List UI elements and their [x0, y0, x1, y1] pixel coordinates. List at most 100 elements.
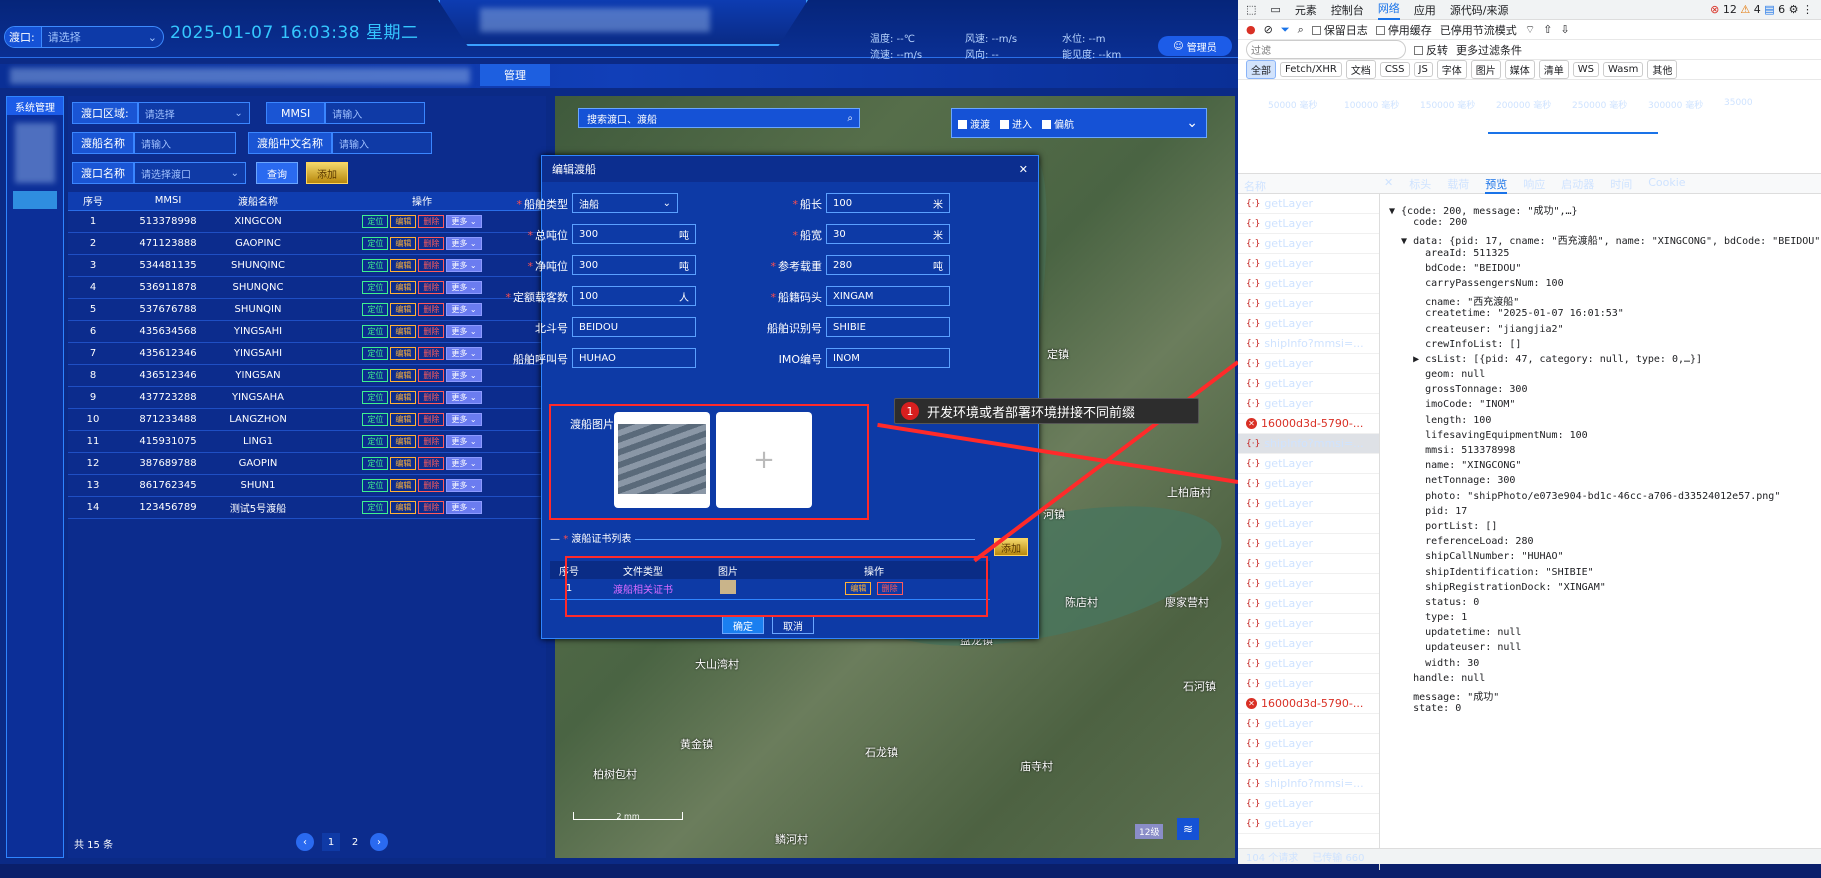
edit-button[interactable]: 编辑	[390, 434, 417, 448]
download-icon[interactable]: ⇩	[1560, 23, 1569, 36]
edit-button[interactable]: 编辑	[390, 324, 417, 338]
devtools-tab[interactable]: 元素	[1295, 2, 1317, 18]
delete-button[interactable]: 删除	[418, 456, 445, 470]
type-filter-3[interactable]: CSS	[1379, 62, 1410, 77]
detail-tab[interactable]: 载荷	[1447, 176, 1469, 194]
width-input[interactable]: 30 米	[826, 224, 950, 244]
locate-button[interactable]: 定位	[362, 412, 389, 426]
network-request-item[interactable]: {·} getLayer	[1238, 714, 1379, 734]
preview-line[interactable]: ▼ {code: 200, message: "成功",…}	[1389, 202, 1821, 217]
more-button[interactable]: 更多 ⌄	[446, 390, 482, 404]
region-select[interactable]: 请选择 ⌄	[137, 102, 250, 124]
identifier-input[interactable]: SHIBIE	[826, 317, 950, 337]
close-icon[interactable]: ✕	[1019, 163, 1028, 176]
delete-button[interactable]: 删除	[418, 346, 445, 360]
detail-tab[interactable]: 时间	[1610, 176, 1632, 194]
detail-tab[interactable]: Cookie	[1648, 176, 1685, 194]
network-request-item[interactable]: {·} getLayer	[1238, 194, 1379, 214]
layers-icon[interactable]: ≋	[1177, 818, 1199, 840]
query-button[interactable]: 查询	[256, 162, 298, 184]
type-filter-7[interactable]: 媒体	[1504, 60, 1535, 79]
locate-button[interactable]: 定位	[362, 302, 389, 316]
more-vert-icon[interactable]: ⋮	[1802, 3, 1813, 16]
network-request-item[interactable]: {·} getLayer	[1238, 274, 1379, 294]
more-button[interactable]: 更多 ⌄	[446, 280, 482, 294]
callsign-input[interactable]: HUHAO	[572, 348, 696, 368]
delete-button[interactable]: 删除	[418, 236, 445, 250]
filter-input[interactable]: 过滤	[1246, 40, 1406, 59]
network-request-item[interactable]: {·} getLayer	[1238, 314, 1379, 334]
network-request-item[interactable]: {·} getLayer	[1238, 654, 1379, 674]
passengers-input[interactable]: 100 人	[572, 286, 696, 306]
type-filter-0[interactable]: 全部	[1246, 60, 1276, 79]
network-request-item[interactable]: {·} getLayer	[1238, 794, 1379, 814]
network-request-item[interactable]: {·} getLayer	[1238, 754, 1379, 774]
beidou-input[interactable]: BEIDOU	[572, 317, 696, 337]
more-button[interactable]: 更多 ⌄	[446, 478, 482, 492]
ship-type-select[interactable]: 油船 ⌄	[572, 193, 678, 213]
type-filter-8[interactable]: 清单	[1538, 60, 1569, 79]
prev-page-button[interactable]: ‹	[296, 833, 314, 851]
type-filter-11[interactable]: 其他	[1647, 60, 1678, 79]
delete-button[interactable]: 删除	[418, 214, 445, 228]
network-request-item[interactable]: {·} getLayer	[1238, 234, 1379, 254]
network-request-item[interactable]: {·} shipInfo?mmsi=...	[1238, 434, 1379, 454]
detail-tab[interactable]: 响应	[1523, 176, 1545, 194]
filter-icon[interactable]: ⏷	[1281, 23, 1290, 37]
edit-button[interactable]: 编辑	[390, 214, 417, 228]
port-selector[interactable]: 渡口: 请选择 ⌄	[4, 26, 164, 48]
wifi-icon[interactable]: ⌔	[1525, 23, 1535, 37]
net-input[interactable]: 300 吨	[572, 255, 696, 275]
network-request-item[interactable]: {·} getLayer	[1238, 734, 1379, 754]
ship-name-input[interactable]: 请输入	[134, 132, 236, 154]
network-request-item[interactable]: {·} getLayer	[1238, 574, 1379, 594]
locate-button[interactable]: 定位	[362, 346, 389, 360]
type-filter-5[interactable]: 字体	[1436, 60, 1467, 79]
admin-button[interactable]: ☺ 管理员	[1158, 36, 1232, 56]
more-button[interactable]: 更多 ⌄	[446, 412, 482, 426]
collapse-chevron-icon[interactable]: ⌄	[1186, 115, 1198, 131]
gear-icon[interactable]: ⚙	[1789, 3, 1799, 16]
dock-input[interactable]: XINGAM	[826, 286, 950, 306]
network-request-item[interactable]: {·} getLayer	[1238, 594, 1379, 614]
devtools-tab[interactable]: 应用	[1414, 2, 1436, 18]
clear-icon[interactable]: ⊘	[1264, 23, 1273, 36]
delete-button[interactable]: 删除	[418, 412, 445, 426]
tab-management[interactable]: 管理	[480, 64, 550, 86]
network-request-item[interactable]: {·} getLayer	[1238, 474, 1379, 494]
preview-line[interactable]: ▼ data: {pid: 17, cname: "西充渡船", name: "…	[1389, 232, 1821, 247]
network-request-item[interactable]: {·} getLayer	[1238, 374, 1379, 394]
preserve-log-checkbox[interactable]: 保留日志	[1311, 22, 1368, 38]
network-request-item[interactable]: {·} getLayer	[1238, 614, 1379, 634]
delete-button[interactable]: 删除	[418, 500, 445, 514]
locate-button[interactable]: 定位	[362, 280, 389, 294]
console-counts[interactable]: ⊗ 12 ⚠ 4 ▤ 6 ⚙ ⋮	[1710, 3, 1813, 16]
network-request-item[interactable]: {·} getLayer	[1238, 494, 1379, 514]
delete-button[interactable]: 删除	[418, 302, 445, 316]
more-button[interactable]: 更多 ⌄	[446, 236, 482, 250]
inspect-icon[interactable]: ⬚	[1246, 3, 1256, 16]
preview-line[interactable]: ▶ csList: [{pid: 47, category: null, typ…	[1389, 354, 1821, 369]
page-1-button[interactable]: 1	[322, 833, 340, 851]
page-2-button[interactable]: 2	[346, 833, 364, 851]
more-button[interactable]: 更多 ⌄	[446, 346, 482, 360]
more-button[interactable]: 更多 ⌄	[446, 500, 482, 514]
locate-button[interactable]: 定位	[362, 258, 389, 272]
detail-tab[interactable]: 启动器	[1561, 176, 1594, 194]
locate-button[interactable]: 定位	[362, 214, 389, 228]
detail-tab[interactable]: 标头	[1409, 176, 1431, 194]
edit-button[interactable]: 编辑	[390, 302, 417, 316]
delete-button[interactable]: 删除	[418, 324, 445, 338]
network-request-item[interactable]: {·} getLayer	[1238, 354, 1379, 374]
edit-button[interactable]: 编辑	[390, 258, 417, 272]
more-button[interactable]: 更多 ⌄	[446, 434, 482, 448]
network-request-item[interactable]: {·} getLayer	[1238, 514, 1379, 534]
delete-button[interactable]: 删除	[418, 434, 445, 448]
edit-button[interactable]: 编辑	[390, 500, 417, 514]
gross-input[interactable]: 300 吨	[572, 224, 696, 244]
network-request-item[interactable]: {·} getLayer	[1238, 454, 1379, 474]
network-request-item[interactable]: ✕ 16000d3d-5790-...	[1238, 694, 1379, 714]
imo-input[interactable]: INOM	[826, 348, 950, 368]
upload-icon[interactable]: ⇧	[1543, 23, 1552, 36]
delete-button[interactable]: 删除	[418, 478, 445, 492]
